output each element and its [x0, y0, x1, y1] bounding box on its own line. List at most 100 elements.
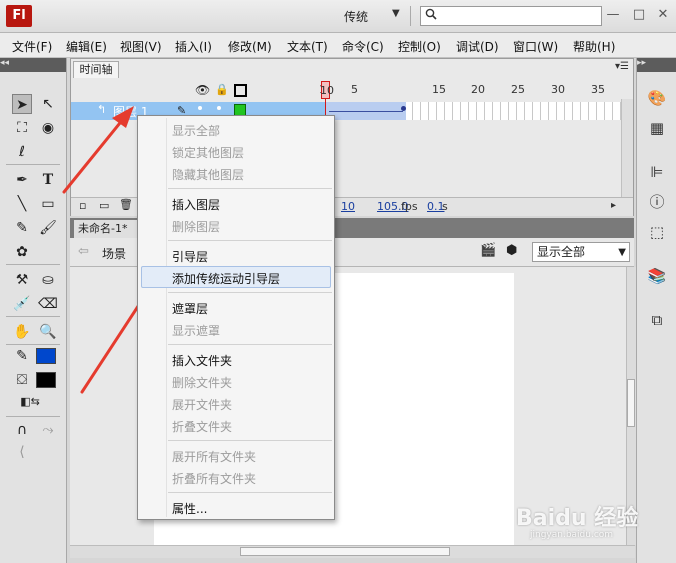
fill-color-swatch[interactable]: [36, 372, 56, 388]
panel-collapse-bar[interactable]: ▸▸: [637, 58, 676, 72]
menu-item-guide[interactable]: 引导层: [172, 248, 208, 265]
brush-tool-icon[interactable]: 🖌: [38, 218, 58, 238]
minimize-icon[interactable]: —: [604, 6, 622, 24]
components-panel-icon[interactable]: ⧉: [647, 310, 667, 330]
menu-item-mask[interactable]: 遮罩层: [172, 300, 208, 317]
menu-edit[interactable]: 编辑(E): [66, 38, 107, 55]
menu-view[interactable]: 视图(V): [120, 38, 162, 55]
document-horizontal-scrollbar[interactable]: [70, 545, 635, 558]
menu-window[interactable]: 窗口(W): [513, 38, 558, 55]
swatches-panel-icon[interactable]: ▦: [647, 118, 667, 138]
close-icon[interactable]: ✕: [654, 6, 672, 24]
ruler-label: 35: [591, 83, 605, 96]
scrollbar-thumb[interactable]: [627, 379, 635, 427]
straighten-icon[interactable]: ⟨: [12, 442, 32, 462]
snap-to-objects-icon[interactable]: ∩: [12, 420, 32, 440]
ruler-label: 25: [511, 83, 525, 96]
panel-menu-icon[interactable]: ▾☰: [615, 61, 629, 72]
workspace-switcher[interactable]: 传统: [344, 8, 368, 25]
align-panel-icon[interactable]: ⊫: [647, 162, 667, 182]
delete-icon[interactable]: 🗑: [119, 198, 133, 211]
3d-rotation-tool-icon[interactable]: ◉: [38, 118, 58, 138]
menu-item-expand-folder[interactable]: 展开文件夹: [172, 396, 232, 413]
eye-icon[interactable]: 👁: [195, 83, 210, 97]
watermark: Baidu 经验: [516, 506, 639, 531]
free-transform-tool-icon[interactable]: ⛶: [12, 118, 32, 138]
menu-item-show-all[interactable]: 显示全部: [172, 122, 220, 139]
menu-insert[interactable]: 插入(I): [175, 38, 212, 55]
menu-text[interactable]: 文本(T): [287, 38, 328, 55]
fill-color-icon[interactable]: ⛋: [12, 370, 32, 390]
pen-tool-icon[interactable]: ✒: [12, 170, 32, 190]
menu-item-insert-layer[interactable]: 插入图层: [172, 196, 220, 213]
menu-item-lock-others[interactable]: 锁定其他图层: [172, 144, 244, 161]
stroke-color-icon[interactable]: ✎: [12, 346, 32, 366]
new-folder-icon[interactable]: ▭: [99, 199, 109, 212]
paint-bucket-tool-icon[interactable]: ⛀: [38, 270, 58, 290]
menu-item-hide-others[interactable]: 隐藏其他图层: [172, 166, 244, 183]
menu-separator: [168, 292, 332, 293]
eyedropper-tool-icon[interactable]: 💉: [12, 294, 32, 314]
menu-item-add-classic-motion-guide[interactable]: 添加传统运动引导层: [172, 270, 280, 287]
edit-scene-icon[interactable]: 🎬: [480, 243, 496, 258]
search-input[interactable]: [420, 6, 602, 26]
ruler-label: 20: [471, 83, 485, 96]
frame-ruler[interactable]: 1 5 15 20 25 30 35: [319, 81, 615, 99]
panel-collapse-bar[interactable]: ◂◂: [0, 58, 66, 72]
eraser-tool-icon[interactable]: ⌫: [38, 294, 58, 314]
menu-item-expand-all-folders[interactable]: 展开所有文件夹: [172, 448, 256, 465]
menu-item-delete-folder[interactable]: 删除文件夹: [172, 374, 232, 391]
visibility-dot[interactable]: [198, 106, 202, 110]
menu-commands[interactable]: 命令(C): [342, 38, 384, 55]
lock-dot[interactable]: [217, 106, 221, 110]
current-frame[interactable]: 10: [341, 200, 355, 213]
line-tool-icon[interactable]: ╲: [12, 194, 32, 214]
menu-control[interactable]: 控制(O): [398, 38, 441, 55]
deco-tool-icon[interactable]: ✿: [12, 242, 32, 262]
swap-colors-icon[interactable]: ◧⇆: [20, 392, 40, 412]
lock-icon[interactable]: 🔒: [215, 83, 229, 96]
lasso-tool-icon[interactable]: ℓ: [12, 142, 32, 162]
menu-item-delete-layer[interactable]: 删除图层: [172, 218, 220, 235]
info-panel-icon[interactable]: ⓘ: [647, 192, 667, 212]
timeline-scrollbar[interactable]: [621, 99, 633, 197]
menu-item-show-masking[interactable]: 显示遮罩: [172, 322, 220, 339]
hand-tool-icon[interactable]: ✋: [12, 322, 32, 342]
scene-breadcrumb[interactable]: 场景: [102, 245, 126, 262]
ruler-label: 15: [432, 83, 446, 96]
menu-help[interactable]: 帮助(H): [573, 38, 615, 55]
playhead[interactable]: 10: [320, 81, 334, 99]
back-arrow-icon[interactable]: ⇦: [78, 244, 89, 259]
menu-item-properties[interactable]: 属性...: [172, 500, 207, 517]
scrollbar-thumb[interactable]: [240, 547, 450, 556]
new-layer-icon[interactable]: ▫: [79, 199, 86, 212]
selection-tool-icon[interactable]: ➤: [12, 94, 32, 114]
menu-modify[interactable]: 修改(M): [228, 38, 272, 55]
text-tool-icon[interactable]: T: [38, 170, 58, 190]
tab-timeline[interactable]: 时间轴: [73, 61, 119, 78]
keyframe-dot[interactable]: [401, 106, 406, 111]
menu-file[interactable]: 文件(F): [12, 38, 52, 55]
menu-item-collapse-all-folders[interactable]: 折叠所有文件夹: [172, 470, 256, 487]
outline-icon[interactable]: [234, 84, 247, 97]
chevron-down-icon[interactable]: ▼: [392, 8, 400, 19]
zoom-select[interactable]: 显示全部 ▼: [532, 242, 630, 262]
menu-item-insert-folder[interactable]: 插入文件夹: [172, 352, 232, 369]
rectangle-tool-icon[interactable]: ▭: [38, 194, 58, 214]
transform-panel-icon[interactable]: ⬚: [647, 222, 667, 242]
smooth-icon[interactable]: ⤳: [38, 420, 58, 440]
scroll-right-icon[interactable]: ▸: [611, 200, 616, 211]
tab-document[interactable]: 未命名-1*: [74, 220, 138, 238]
stroke-color-swatch[interactable]: [36, 348, 56, 364]
edit-symbols-icon[interactable]: ⬢: [506, 243, 517, 258]
pencil-tool-icon[interactable]: ✎: [12, 218, 32, 238]
maximize-icon[interactable]: □: [630, 6, 648, 24]
color-panel-icon[interactable]: 🎨: [647, 88, 667, 108]
bone-tool-icon[interactable]: ⚒: [12, 270, 32, 290]
library-panel-icon[interactable]: 📚: [647, 266, 667, 286]
subselection-tool-icon[interactable]: ↖: [38, 94, 58, 114]
divider: [6, 316, 60, 317]
zoom-tool-icon[interactable]: 🔍: [38, 322, 58, 342]
menu-item-collapse-folder[interactable]: 折叠文件夹: [172, 418, 232, 435]
menu-debug[interactable]: 调试(D): [456, 38, 499, 55]
